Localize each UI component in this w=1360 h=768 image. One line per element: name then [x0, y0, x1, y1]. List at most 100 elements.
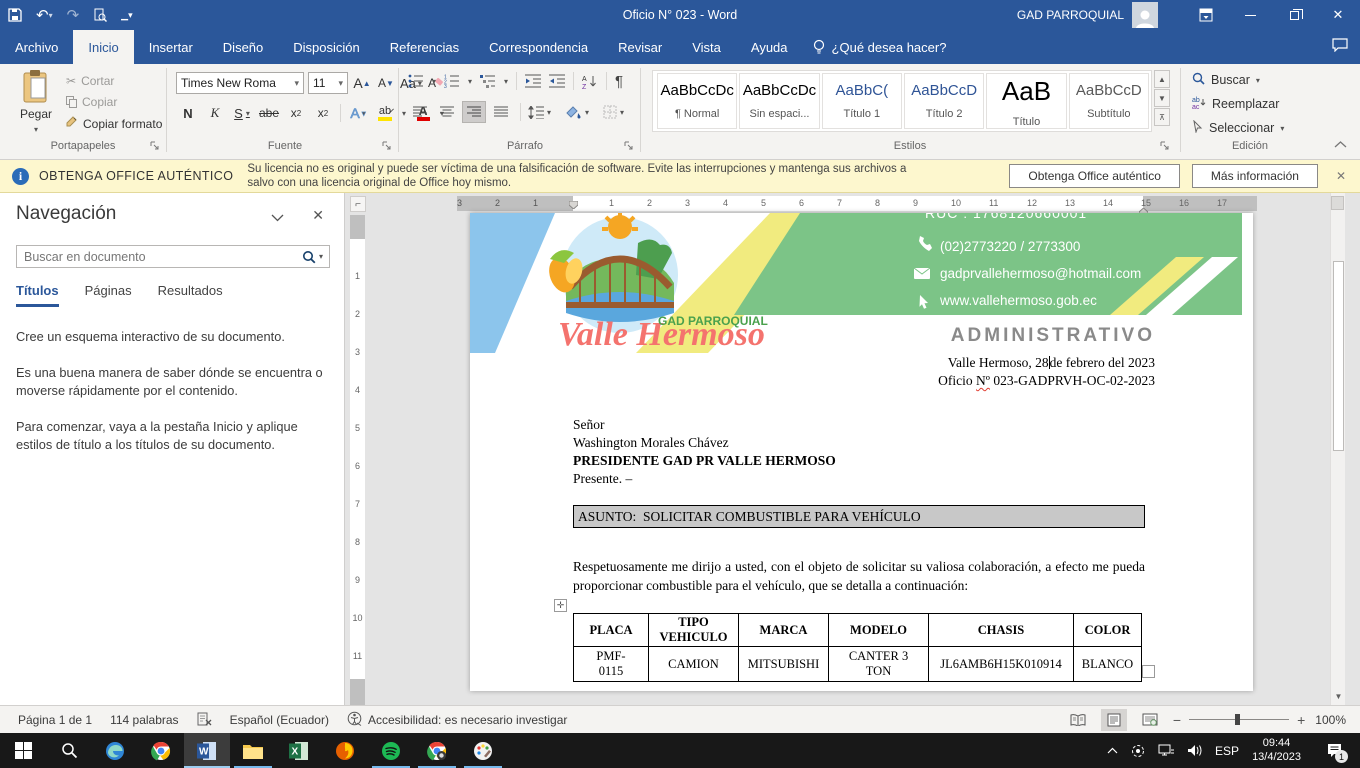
style-sin-espaci-[interactable]: AaBbCcDcSin espaci...	[739, 73, 819, 129]
style-t-tulo[interactable]: AaBTítulo	[986, 73, 1066, 129]
highlight-button[interactable]: ab̷	[375, 102, 395, 124]
action-center-icon[interactable]: 1	[1314, 733, 1354, 768]
styles-more-icon[interactable]: ⊼	[1154, 108, 1170, 126]
document-page[interactable]: RUC : 1768120660001 (02)2773220 / 277330…	[470, 213, 1253, 691]
subscript-button[interactable]: x2	[286, 102, 306, 124]
clipboard-dialog-launcher[interactable]	[150, 141, 162, 153]
sort-button[interactable]: AZ	[582, 74, 598, 89]
paragraph-dialog-launcher[interactable]	[624, 141, 636, 153]
copy-button[interactable]: Copiar	[66, 95, 162, 109]
document-search-input[interactable]: Buscar en documento ▾	[16, 245, 330, 268]
select-button[interactable]: Seleccionar▾	[1192, 120, 1284, 136]
font-dialog-launcher[interactable]	[382, 141, 394, 153]
paste-button[interactable]: Pegar▾	[10, 70, 62, 135]
align-center-button[interactable]	[435, 101, 459, 123]
zoom-slider[interactable]: − +	[1173, 712, 1305, 728]
style-t-tulo-2[interactable]: AaBbCcDTítulo 2	[904, 73, 984, 129]
zoom-in-icon[interactable]: +	[1297, 712, 1305, 728]
scrollbar-thumb[interactable]	[1333, 261, 1344, 451]
font-size-combo[interactable]: 11▾	[308, 72, 348, 94]
show-marks-button[interactable]: ¶	[615, 73, 623, 90]
tab-insertar[interactable]: Insertar	[134, 30, 208, 64]
decrease-indent-button[interactable]	[525, 74, 541, 88]
strikethrough-button[interactable]: abe	[259, 102, 279, 124]
styles-scroll-up-icon[interactable]: ▲	[1154, 70, 1170, 88]
nav-tab-títulos[interactable]: Títulos	[16, 283, 59, 307]
tab-inicio[interactable]: Inicio	[73, 30, 133, 64]
tab-referencias[interactable]: Referencias	[375, 30, 474, 64]
file-explorer-icon[interactable]	[230, 733, 276, 768]
chrome-icon[interactable]	[138, 733, 184, 768]
style-subt-tulo[interactable]: AaBbCcDSubtítulo	[1069, 73, 1149, 129]
borders-button[interactable]	[603, 105, 617, 119]
license-bar-close-icon[interactable]: ✕	[1336, 169, 1346, 183]
line-spacing-button[interactable]	[528, 106, 544, 119]
justify-button[interactable]	[489, 101, 513, 123]
network-icon[interactable]	[1158, 744, 1174, 757]
font-family-combo[interactable]: Times New Roma▾	[176, 72, 304, 94]
cut-button[interactable]: ✂Cortar	[66, 74, 162, 88]
shading-button[interactable]	[565, 105, 582, 119]
navigation-pane-close-icon[interactable]: ✕	[312, 207, 324, 224]
avatar[interactable]	[1132, 2, 1158, 28]
spotify-icon[interactable]	[368, 733, 414, 768]
chrome-alt-icon[interactable]	[414, 733, 460, 768]
excel-icon[interactable]: X	[276, 733, 322, 768]
tab-archivo[interactable]: Archivo	[0, 30, 73, 64]
read-mode-icon[interactable]	[1065, 709, 1091, 731]
nav-tab-resultados[interactable]: Resultados	[158, 283, 223, 307]
zoom-level[interactable]: 100%	[1315, 713, 1346, 727]
vertical-scrollbar[interactable]: ▲ ▼	[1330, 193, 1345, 705]
scroll-down-icon[interactable]: ▼	[1332, 689, 1345, 704]
navigation-pane-chevron-down-icon[interactable]	[271, 209, 284, 227]
shrink-font-button[interactable]: A▼	[376, 72, 396, 94]
zoom-knob[interactable]	[1235, 714, 1240, 725]
table-move-handle-icon[interactable]: ✛	[554, 599, 567, 612]
format-painter-button[interactable]: Copiar formato	[66, 116, 162, 131]
tab-correspondencia[interactable]: Correspondencia	[474, 30, 603, 64]
start-icon[interactable]	[0, 733, 46, 768]
more-info-button[interactable]: Más información	[1192, 164, 1318, 188]
bold-button[interactable]: N	[178, 102, 198, 124]
tab-diseño[interactable]: Diseño	[208, 30, 278, 64]
accessibility-status[interactable]: Accesibilidad: es necesario investigar	[347, 711, 567, 729]
zoom-out-icon[interactable]: −	[1173, 712, 1181, 728]
find-button[interactable]: Buscar▾	[1192, 72, 1284, 88]
firefox-icon[interactable]	[322, 733, 368, 768]
account-name[interactable]: GAD PARROQUIAL	[1017, 8, 1124, 22]
page-indicator[interactable]: Página 1 de 1	[18, 713, 92, 727]
align-left-button[interactable]	[408, 101, 432, 123]
numbering-button[interactable]: 123	[444, 74, 460, 88]
tell-me-prompt[interactable]: ¿Qué desea hacer?	[803, 30, 957, 64]
nav-tab-páginas[interactable]: Páginas	[85, 283, 132, 307]
tray-chevron-up-icon[interactable]	[1107, 747, 1118, 754]
edge-icon[interactable]	[92, 733, 138, 768]
ribbon-display-options-icon[interactable]	[1184, 0, 1228, 30]
word-icon[interactable]: W	[184, 733, 230, 768]
minimize-button[interactable]	[1228, 0, 1272, 30]
ruler-toggle[interactable]	[1331, 196, 1344, 210]
text-effects-button[interactable]: A▾	[348, 102, 368, 124]
multilevel-list-button[interactable]	[480, 74, 496, 88]
web-layout-icon[interactable]	[1137, 709, 1163, 731]
style-t-tulo-1[interactable]: AaBbC(Título 1	[822, 73, 902, 129]
underline-button[interactable]: S▾	[232, 102, 252, 124]
keyboard-language[interactable]: ESP	[1215, 744, 1239, 758]
horizontal-ruler[interactable]: 1234567891011121314151617321	[457, 196, 1257, 211]
tab-disposición[interactable]: Disposición	[278, 30, 374, 64]
tab-revisar[interactable]: Revisar	[603, 30, 677, 64]
language-indicator[interactable]: Español (Ecuador)	[230, 713, 329, 727]
italic-button[interactable]: K	[205, 102, 225, 124]
comments-icon[interactable]	[1332, 38, 1348, 57]
vertical-ruler[interactable]: 1234567891011	[350, 215, 365, 705]
volume-icon[interactable]	[1187, 744, 1202, 757]
proofing-error-icon[interactable]	[197, 712, 212, 727]
align-right-button[interactable]	[462, 101, 486, 123]
search-icon[interactable]: ▾	[302, 250, 329, 264]
collapse-ribbon-icon[interactable]	[1334, 138, 1347, 152]
word-count[interactable]: 114 palabras	[110, 713, 179, 727]
paint-icon[interactable]	[460, 733, 506, 768]
grow-font-button[interactable]: A▲	[352, 72, 372, 94]
first-line-indent-marker[interactable]	[569, 196, 578, 214]
replace-button[interactable]: abacReemplazar	[1192, 96, 1284, 112]
